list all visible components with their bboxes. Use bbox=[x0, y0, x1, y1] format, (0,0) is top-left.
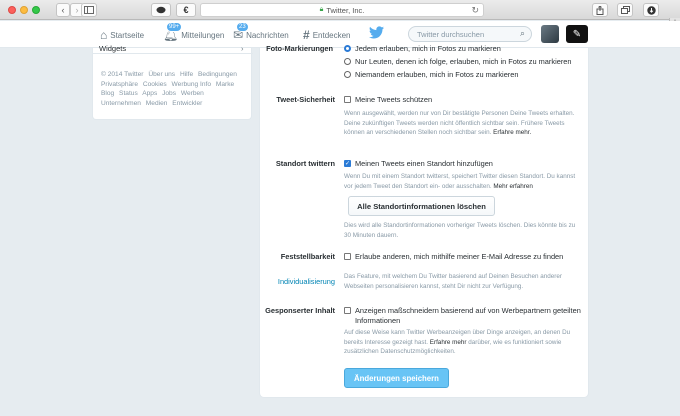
lock-icon: 🔒︎ bbox=[319, 6, 324, 13]
footer-link-help[interactable]: Hilfe bbox=[180, 71, 193, 78]
search-input[interactable]: Twitter durchsuchen ⌕ bbox=[408, 26, 532, 42]
footer-link-ads-info[interactable]: Werbung Info bbox=[172, 81, 211, 88]
personalization-label[interactable]: Individualisierung bbox=[260, 277, 335, 286]
chat-bubble-icon[interactable] bbox=[151, 3, 171, 17]
reload-icon[interactable]: ↻ bbox=[471, 5, 479, 16]
findability-checkbox[interactable] bbox=[344, 253, 351, 260]
envelope-icon: ✉ 23 bbox=[233, 22, 249, 42]
mentions-badge: 99+ bbox=[166, 22, 183, 32]
nav-messages-label: Nachrichten bbox=[246, 30, 289, 40]
personalization-help: Das Feature, mit welchem Du Twitter basi… bbox=[344, 273, 562, 290]
footer-link-status[interactable]: Status bbox=[119, 90, 138, 97]
protect-tweets-help-text: Wenn ausgewählt, werden nur von Dir best… bbox=[344, 110, 575, 137]
footer-link-jobs[interactable]: Jobs bbox=[162, 90, 176, 97]
ads-learn-more-link[interactable]: Erfahre mehr bbox=[430, 339, 467, 346]
photo-option-nobody[interactable]: Niemandem erlauben, mich in Fotos zu mar… bbox=[344, 70, 519, 79]
euro-icon[interactable]: € bbox=[176, 3, 196, 17]
hashtag-icon: # bbox=[303, 28, 310, 42]
footer-link-about[interactable]: Über uns bbox=[148, 71, 175, 78]
footer-link-blog[interactable]: Blog bbox=[101, 90, 114, 97]
location-help: Wenn Du mit einem Standort twitterst, sp… bbox=[344, 172, 579, 191]
radio-button[interactable] bbox=[344, 58, 351, 65]
nav-home[interactable]: ⌂ Startseite bbox=[100, 28, 144, 42]
search-icon[interactable]: ⌕ bbox=[520, 28, 525, 39]
findability-option-label: Erlaube anderen, mich mithilfe meiner E-… bbox=[355, 252, 564, 261]
protect-tweets-help: Wenn ausgewählt, werden nur von Dir best… bbox=[344, 109, 579, 138]
ads-option[interactable]: Anzeigen maßschneidern basierend auf von… bbox=[344, 306, 584, 325]
ads-help: Auf diese Weise kann Twitter Werbeanzeig… bbox=[344, 328, 579, 357]
location-option-label: Meinen Tweets einen Standort hinzufügen bbox=[355, 159, 493, 168]
ads-option-label: Anzeigen maßschneidern basierend auf von… bbox=[355, 306, 581, 325]
radio-button[interactable] bbox=[344, 71, 351, 78]
footer-link-terms[interactable]: Bedingungen bbox=[198, 71, 237, 78]
protect-tweets-option[interactable]: Meine Tweets schützen bbox=[344, 95, 432, 104]
location-checkbox[interactable]: ✓ bbox=[344, 160, 351, 167]
protect-tweets-checkbox[interactable] bbox=[344, 96, 351, 103]
nav-mentions-label: Mitteilungen bbox=[181, 30, 225, 40]
location-label: Standort twittern bbox=[275, 159, 335, 168]
location-more-link[interactable]: Mehr erfahren bbox=[493, 183, 533, 190]
close-window-button[interactable] bbox=[8, 6, 16, 14]
minimize-window-button[interactable] bbox=[20, 6, 28, 14]
footer-link-developers[interactable]: Entwickler bbox=[172, 100, 202, 107]
nav-discover-label: Entdecken bbox=[312, 30, 351, 40]
photo-tagging-label: Foto-Markierungen bbox=[266, 44, 333, 53]
footer-links: © 2014 Twitter Über uns Hilfe Bedingunge… bbox=[101, 70, 249, 108]
findability-label: Feststellbarkeit bbox=[280, 252, 335, 261]
sidebar-toggle-icon[interactable] bbox=[81, 3, 97, 17]
nav-mentions[interactable]: 🔔︎ 99+ Mitteilungen bbox=[163, 22, 225, 42]
photo-option-everyone-label: Jedem erlauben, mich in Fotos zu markier… bbox=[355, 44, 501, 53]
footer-copyright: © 2014 Twitter bbox=[101, 71, 144, 78]
tabs-overview-icon[interactable] bbox=[617, 3, 633, 17]
back-icon[interactable]: ‹ bbox=[56, 3, 70, 17]
compose-tweet-button[interactable]: ✎ bbox=[566, 25, 588, 43]
learn-more-link[interactable]: Erfahre mehr. bbox=[493, 129, 531, 136]
photo-option-everyone[interactable]: Jedem erlauben, mich in Fotos zu markier… bbox=[344, 44, 501, 53]
footer-link-brand[interactable]: Marke bbox=[216, 81, 234, 88]
left-sidebar-card: Widgets › © 2014 Twitter Über uns Hilfe … bbox=[92, 44, 253, 120]
zoom-window-button[interactable] bbox=[32, 6, 40, 14]
tweet-privacy-label: Tweet-Sicherheit bbox=[276, 95, 335, 104]
downloads-icon[interactable] bbox=[643, 3, 659, 17]
nav-home-label: Startseite bbox=[110, 30, 145, 40]
avatar[interactable] bbox=[541, 25, 559, 43]
nav-discover[interactable]: # Entdecken bbox=[303, 28, 351, 42]
footer-link-privacy[interactable]: Privatsphäre bbox=[101, 81, 138, 88]
protect-tweets-label: Meine Tweets schützen bbox=[355, 95, 433, 104]
footer-link-apps[interactable]: Apps bbox=[142, 90, 157, 97]
ads-label: Gesponserter Inhalt bbox=[265, 306, 335, 315]
footer-link-media[interactable]: Medien bbox=[146, 100, 168, 107]
nav-messages[interactable]: ✉ 23 Nachrichten bbox=[233, 22, 289, 42]
radio-button[interactable] bbox=[344, 45, 351, 52]
address-bar[interactable]: 🔒︎ Twitter, Inc. ↻ bbox=[200, 3, 484, 17]
photo-option-nobody-label: Niemandem erlauben, mich in Fotos zu mar… bbox=[355, 70, 519, 79]
location-option[interactable]: ✓ Meinen Tweets einen Standort hinzufüge… bbox=[344, 159, 493, 168]
delete-location-help: Dies wird alle Standortinformationen vor… bbox=[344, 222, 576, 239]
browser-toolbar: ‹ › € 🔒︎ Twitter, Inc. ↻ + bbox=[0, 0, 680, 28]
widgets-link[interactable]: Widgets bbox=[99, 44, 126, 53]
delete-location-button[interactable]: Alle Standortinformationen löschen bbox=[348, 196, 495, 216]
address-text: Twitter, Inc. bbox=[326, 5, 365, 15]
photo-option-following-label: Nur Leuten, denen ich folge, erlauben, m… bbox=[355, 57, 572, 66]
chevron-right-icon[interactable]: › bbox=[241, 44, 244, 53]
compose-icon: ✎ bbox=[572, 28, 582, 40]
search-placeholder: Twitter durchsuchen bbox=[417, 29, 485, 39]
share-icon[interactable] bbox=[592, 3, 608, 17]
findability-option[interactable]: Erlaube anderen, mich mithilfe meiner E-… bbox=[344, 252, 563, 261]
bell-icon: 🔔︎ 99+ bbox=[163, 22, 183, 42]
messages-badge: 23 bbox=[236, 22, 249, 32]
location-help-text: Wenn Du mit einem Standort twitterst, sp… bbox=[344, 173, 576, 190]
ads-checkbox[interactable] bbox=[344, 307, 351, 314]
twitter-bird-icon[interactable] bbox=[369, 26, 384, 42]
footer-link-advertise[interactable]: Werben bbox=[181, 90, 204, 97]
save-changes-button[interactable]: Änderungen speichern bbox=[344, 368, 449, 388]
footer-link-business[interactable]: Unternehmen bbox=[101, 100, 141, 107]
home-icon: ⌂ bbox=[100, 28, 108, 42]
divider bbox=[93, 53, 253, 54]
photo-option-following[interactable]: Nur Leuten, denen ich folge, erlauben, m… bbox=[344, 57, 572, 66]
footer-link-cookies[interactable]: Cookies bbox=[143, 81, 167, 88]
privacy-settings-card: Foto-Markierungen Jedem erlauben, mich i… bbox=[259, 44, 589, 398]
